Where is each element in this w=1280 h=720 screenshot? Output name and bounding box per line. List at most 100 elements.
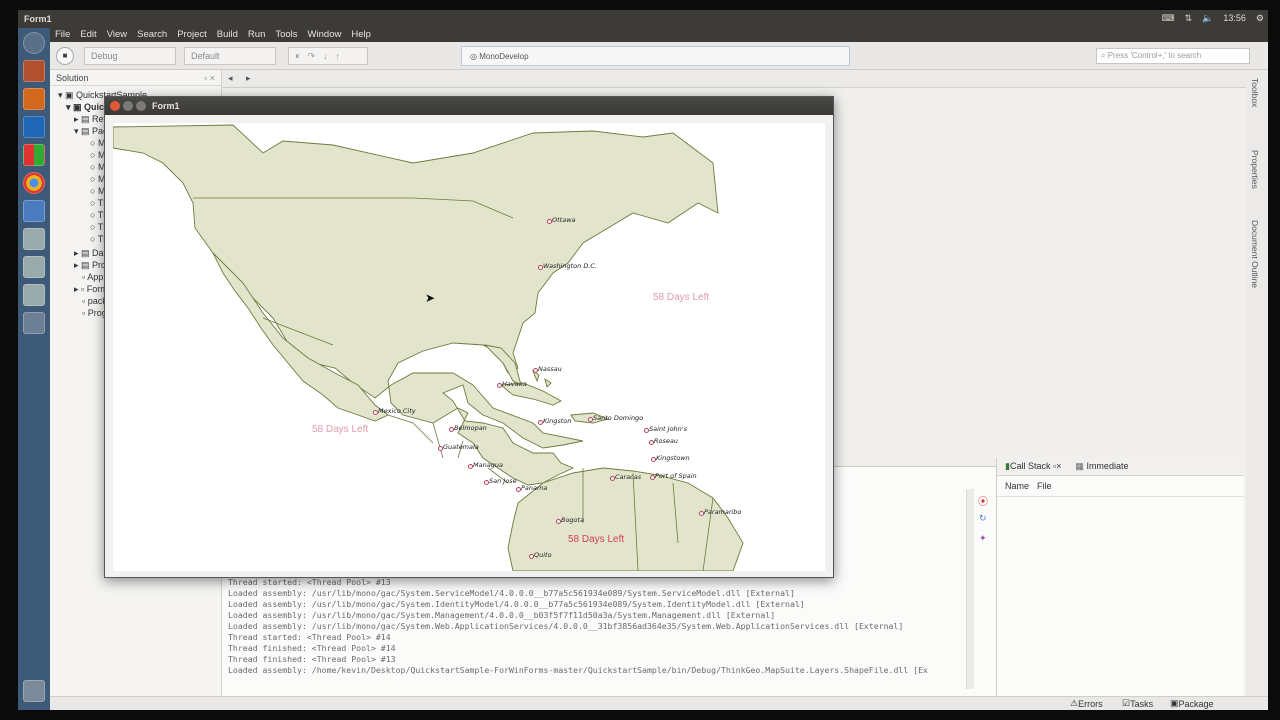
menu-view[interactable]: View: [102, 28, 132, 42]
days-left-label: 58 Days Left: [312, 424, 369, 435]
drive-icon[interactable]: [23, 256, 45, 278]
form1-titlebar[interactable]: Form1: [105, 97, 833, 115]
pad-tabs: ▮Call Stack ▫× ▦ Immediate: [997, 458, 1244, 476]
software-center-icon[interactable]: [23, 88, 45, 110]
log-line: Loaded assembly: /usr/lib/mono/gac/Syste…: [228, 588, 795, 598]
configuration-select[interactable]: Debug: [84, 47, 176, 65]
tasks-label: Tasks: [1130, 699, 1154, 709]
days-left-label: 58 Days Left: [568, 534, 625, 545]
city-label: Bogota: [561, 516, 585, 524]
city-label: Washington D.C.: [543, 262, 597, 270]
tree-item[interactable]: ▫ pack: [82, 296, 107, 306]
chrome-icon[interactable]: [23, 172, 45, 194]
tab-immediate[interactable]: ▦ Immediate: [1075, 461, 1128, 472]
menu-file[interactable]: File: [50, 28, 75, 42]
workspace-icon[interactable]: [23, 312, 45, 334]
city-label: Mexico City: [378, 407, 416, 415]
log-line: Thread started: <Thread Pool> #14: [228, 632, 391, 642]
log-line: Thread finished: <Thread Pool> #14: [228, 643, 396, 653]
keyboard-icon[interactable]: ⌨: [1162, 13, 1175, 24]
toolbox-tab[interactable]: Toolbox: [1250, 78, 1260, 107]
minimize-window-button[interactable]: [123, 101, 133, 111]
map-canvas[interactable]: [113, 123, 825, 571]
dash-icon[interactable]: [23, 32, 45, 54]
clear-icon[interactable]: ↻: [979, 513, 987, 524]
files-icon[interactable]: [23, 60, 45, 82]
log-line: Loaded assembly: /usr/lib/mono/gac/Syste…: [228, 599, 805, 609]
city-label: Managua: [473, 461, 503, 469]
status-bar: ⚠ Errors ☑ Tasks ▣ Package Console: [50, 696, 1268, 710]
maximize-window-button[interactable]: [136, 101, 146, 111]
drive-icon[interactable]: [23, 228, 45, 250]
tasks-button[interactable]: ☑ Tasks: [1122, 698, 1153, 709]
immediate-icon: ▦: [1075, 461, 1087, 471]
form1-title: Form1: [152, 101, 180, 111]
pin-icon[interactable]: ✦: [979, 533, 987, 544]
menu-search[interactable]: Search: [132, 28, 172, 42]
menu-tools[interactable]: Tools: [270, 28, 302, 42]
map-control[interactable]: Ottawa Washington D.C. Nassau Havana Mexico …: [113, 123, 825, 571]
menu-help[interactable]: Help: [346, 28, 376, 42]
city-label: Guatemala: [443, 443, 479, 451]
output-log[interactable]: Thread started: <Thread Pool> #13 Loaded …: [228, 577, 928, 676]
main-toolbar: ■ Debug Default ⏸↷↓↑ ◎ MonoDevelop ⌕ Pre…: [50, 42, 1268, 70]
stop-icon[interactable]: ⦿: [978, 493, 988, 508]
vscode-icon[interactable]: [23, 116, 45, 138]
city-label: Paramaribo: [704, 508, 742, 516]
log-line: Thread finished: <Thread Pool> #13: [228, 654, 396, 664]
city-label: Quito: [534, 551, 552, 559]
drive-icon[interactable]: [23, 284, 45, 306]
city-label: Havana: [502, 380, 527, 388]
city-label: Santo Domingo: [593, 414, 644, 422]
monodevelop-icon[interactable]: [23, 200, 45, 222]
menu-edit[interactable]: Edit: [75, 28, 101, 42]
status-box: ◎ MonoDevelop: [461, 46, 850, 66]
errors-button[interactable]: ⚠ Errors: [1070, 698, 1103, 709]
city-label: Port of Spain: [655, 472, 697, 480]
office-icon[interactable]: [23, 144, 45, 166]
volume-icon[interactable]: 🔈: [1202, 13, 1213, 24]
top-panel: Form1 ⌨ ⇅ 🔈 13:56 ⚙: [18, 10, 1268, 28]
log-line: Loaded assembly: /usr/lib/mono/gac/Syste…: [228, 610, 776, 620]
solution-title: Solution: [56, 73, 89, 83]
city-label: Panama: [521, 484, 548, 492]
gear-icon[interactable]: ⚙: [1256, 13, 1264, 24]
active-window-title: Form1: [24, 14, 52, 24]
tab-call-stack[interactable]: ▮Call Stack ▫×: [1005, 461, 1061, 472]
close-icon[interactable]: ▫ ×: [204, 73, 215, 83]
debug-controls[interactable]: ⏸↷↓↑: [288, 47, 368, 65]
right-dock-strip: Toolbox Properties Document Outline: [1246, 70, 1268, 696]
city-label: Roseau: [654, 437, 678, 445]
city-label: Kingstown: [656, 454, 690, 462]
stop-button[interactable]: ■: [56, 47, 74, 65]
menu-window[interactable]: Window: [303, 28, 347, 42]
search-icon: ⌕: [1101, 51, 1108, 60]
tree-item[interactable]: ▫ App: [82, 272, 103, 282]
menu-run[interactable]: Run: [243, 28, 270, 42]
tree-item[interactable]: ▫ Prog: [82, 308, 107, 318]
trash-icon[interactable]: [23, 680, 45, 702]
close-window-button[interactable]: [110, 101, 120, 111]
package-console-button[interactable]: ▣ Package Console: [1170, 698, 1214, 710]
form1-window: Form1 Ottawa Washington D.C. Nassau Havana M…: [104, 96, 834, 578]
clock[interactable]: 13:56: [1223, 13, 1246, 24]
city-label: Caracas: [615, 473, 642, 481]
scroll-left-icon[interactable]: ◂: [228, 73, 233, 84]
platform-select[interactable]: Default: [184, 47, 276, 65]
editor-tab-strip: ◂ ▸: [222, 70, 1246, 88]
system-tray: ⌨ ⇅ 🔈 13:56 ⚙: [1162, 13, 1264, 24]
document-outline-tab[interactable]: Document Outline: [1250, 220, 1260, 288]
properties-tab[interactable]: Properties: [1250, 150, 1260, 189]
network-icon[interactable]: ⇅: [1185, 13, 1193, 24]
menu-build[interactable]: Build: [212, 28, 243, 42]
menu-project[interactable]: Project: [172, 28, 212, 42]
search-input[interactable]: ⌕ Press 'Control+,' to search: [1096, 48, 1250, 64]
scroll-right-icon[interactable]: ▸: [246, 73, 251, 84]
column-name[interactable]: Name: [1005, 481, 1029, 491]
tab-label: Call Stack: [1009, 461, 1051, 471]
days-left-label: 58 Days Left: [653, 292, 710, 303]
column-file[interactable]: File: [1037, 481, 1052, 491]
tree-item[interactable]: ▸ ▫ Form: [74, 284, 108, 295]
vertical-scrollbar[interactable]: [966, 489, 974, 689]
tree-item[interactable]: ▾ ▣ Quick: [66, 102, 109, 113]
